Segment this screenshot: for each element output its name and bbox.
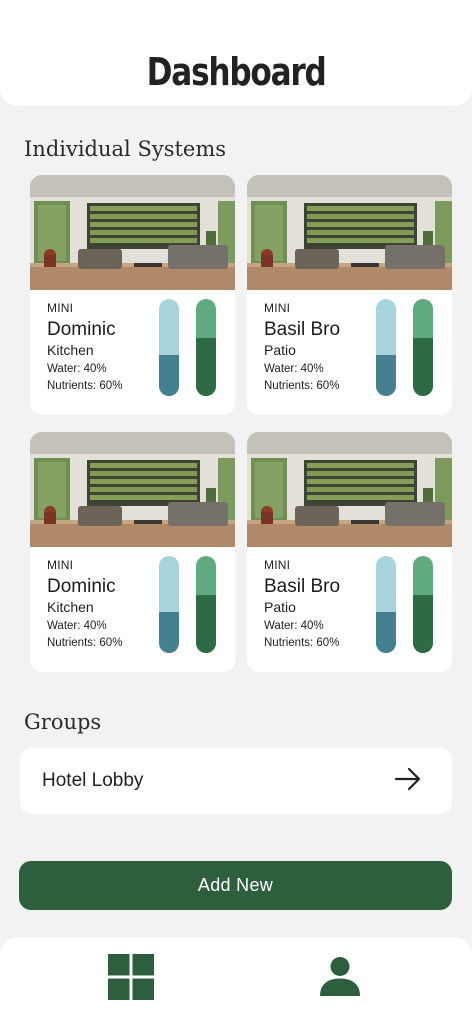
nutrients-level-text: Nutrients: 60% bbox=[47, 637, 123, 649]
nutrients-gauge-fill bbox=[196, 337, 216, 396]
bottom-nav bbox=[0, 937, 472, 1024]
system-name: Basil Bro bbox=[264, 319, 341, 340]
nutrients-gauge bbox=[413, 299, 433, 396]
system-photo bbox=[247, 175, 452, 290]
header: Dashboard bbox=[0, 0, 472, 106]
nutrients-gauge bbox=[196, 556, 216, 653]
water-gauge-fill bbox=[376, 355, 396, 396]
group-label: Hotel Lobby bbox=[42, 770, 144, 791]
living-room-image bbox=[30, 175, 235, 290]
water-gauge-fill bbox=[159, 355, 179, 396]
water-level-text: Water: 40% bbox=[47, 363, 107, 375]
system-card[interactable]: MINI Basil Bro Patio Water: 40% Nutrient… bbox=[247, 432, 452, 672]
add-new-button[interactable]: Add New bbox=[19, 861, 452, 910]
water-gauge bbox=[159, 299, 179, 396]
dashboard-grid-icon[interactable] bbox=[108, 954, 154, 1005]
water-gauge-fill bbox=[376, 612, 396, 653]
system-card[interactable]: MINI Dominic Kitchen Water: 40% Nutrient… bbox=[30, 432, 235, 672]
nutrients-level-text: Nutrients: 60% bbox=[264, 380, 340, 392]
water-gauge-fill bbox=[159, 612, 179, 653]
water-level-text: Water: 40% bbox=[47, 620, 107, 632]
system-size: MINI bbox=[264, 301, 291, 315]
arrow-right-icon[interactable] bbox=[394, 767, 422, 796]
system-name: Dominic bbox=[47, 319, 116, 340]
system-location: Patio bbox=[264, 599, 296, 615]
system-photo bbox=[30, 432, 235, 547]
nutrients-gauge-fill bbox=[196, 594, 216, 653]
groups-heading: Groups bbox=[24, 710, 102, 734]
group-item-hotel-lobby[interactable]: Hotel Lobby bbox=[20, 748, 452, 814]
system-size: MINI bbox=[264, 558, 291, 572]
nutrients-level-text: Nutrients: 60% bbox=[264, 637, 340, 649]
system-name: Dominic bbox=[47, 576, 116, 597]
living-room-image bbox=[247, 432, 452, 547]
water-gauge bbox=[159, 556, 179, 653]
system-size: MINI bbox=[47, 301, 74, 315]
water-gauge bbox=[376, 556, 396, 653]
water-gauge bbox=[376, 299, 396, 396]
nutrients-gauge-fill bbox=[413, 337, 433, 396]
system-name: Basil Bro bbox=[264, 576, 341, 597]
system-card[interactable]: MINI Dominic Kitchen Water: 40% Nutrient… bbox=[30, 175, 235, 415]
system-photo bbox=[247, 432, 452, 547]
water-level-text: Water: 40% bbox=[264, 620, 324, 632]
system-card[interactable]: MINI Basil Bro Patio Water: 40% Nutrient… bbox=[247, 175, 452, 415]
individual-systems-heading: Individual Systems bbox=[24, 137, 227, 161]
system-location: Patio bbox=[264, 342, 296, 358]
system-location: Kitchen bbox=[47, 599, 94, 615]
system-photo bbox=[30, 175, 235, 290]
nutrients-gauge-fill bbox=[413, 594, 433, 653]
system-location: Kitchen bbox=[47, 342, 94, 358]
nutrients-gauge bbox=[413, 556, 433, 653]
water-level-text: Water: 40% bbox=[264, 363, 324, 375]
user-profile-icon[interactable] bbox=[319, 956, 361, 1003]
living-room-image bbox=[30, 432, 235, 547]
page-title: Dashboard bbox=[146, 50, 327, 94]
living-room-image bbox=[247, 175, 452, 290]
system-size: MINI bbox=[47, 558, 74, 572]
nutrients-level-text: Nutrients: 60% bbox=[47, 380, 123, 392]
nutrients-gauge bbox=[196, 299, 216, 396]
